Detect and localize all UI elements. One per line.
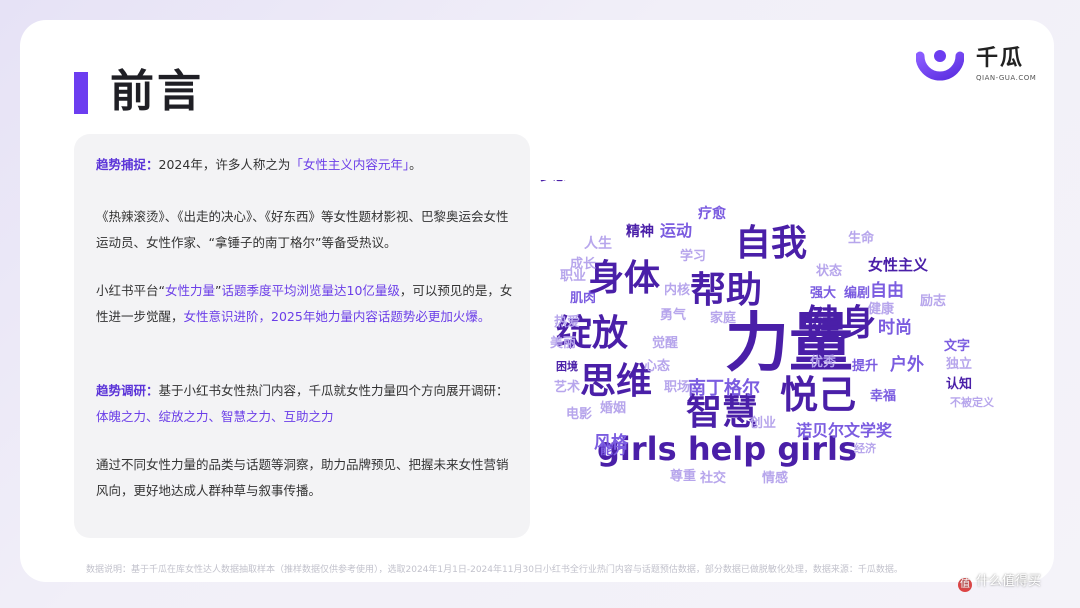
word-cloud-term: 职业 (560, 268, 586, 284)
word-cloud-term: 艺术 (554, 379, 580, 395)
word-cloud-term: 运动 (660, 221, 692, 240)
platform-highlight-topic: 女性力量 (164, 283, 215, 298)
watermark: 值什么值得买 (958, 570, 1041, 592)
word-cloud-term: 户外 (890, 354, 924, 375)
trend-research-paragraph: 趋势调研：基于小红书女性热门内容，千瓜就女性力量四个方向展开调研： 体魄之力、绽放… (96, 378, 516, 430)
word-cloud-term: 时尚 (878, 317, 912, 338)
word-cloud-term: 心态 (644, 358, 670, 374)
word-cloud-term: 南丁格尔 (688, 377, 760, 399)
word-cloud-term: 疗愈 (698, 205, 727, 222)
word-cloud-term: 人生 (584, 235, 612, 252)
brand-logo: 千瓜 QIAN-GUA.COM (916, 46, 1048, 90)
word-cloud-term: 梦想 (540, 180, 566, 184)
word-cloud-term: 社交 (699, 470, 726, 486)
watermark-text: 什么值得买 (976, 574, 1042, 589)
platform-text-a: 小红书平台“ (96, 283, 165, 298)
word-cloud-term: 学习 (680, 248, 706, 264)
data-note-footer: 数据说明：基于千瓜在库女性达人数据抽取样本（推样数据仅供参考使用），选取2024… (86, 565, 903, 575)
word-cloud-term: 尊重 (670, 468, 696, 484)
trend-research-label: 趋势调研： (96, 383, 159, 398)
word-cloud-term: 肌肉 (570, 290, 596, 306)
trend-capture-label: 趋势捕捉： (96, 157, 159, 172)
word-cloud-term: 身体 (588, 258, 660, 299)
platform-highlight-forecast: 女性意识进阶，2025年她力量内容话题势必更加火爆。 (183, 309, 491, 324)
word-cloud-term: 美丽 (550, 335, 576, 351)
trend-research-text: 基于小红书女性热门内容，千瓜就女性力量四个方向展开调研： (158, 383, 509, 398)
word-cloud-term: 帮助 (690, 270, 762, 311)
page-title: 前言 (110, 66, 204, 117)
trend-capture-paragraph: 趋势捕捉：2024年，许多人称之为「女性主义内容元年」。 (96, 152, 516, 178)
hot-topics-paragraph: 《热辣滚烫》、《出走的决心》、《好东西》等女性题材影视、巴黎奥运会女性运动员、女… (96, 209, 509, 250)
logo-domain: QIAN-GUA.COM (976, 74, 1037, 82)
word-cloud-term: 自由 (870, 280, 904, 301)
title-accent-bar (74, 72, 88, 114)
word-cloud-term: 创业 (749, 415, 776, 431)
word-cloud-term: 觉醒 (652, 335, 678, 351)
trend-capture-text: 2024年，许多人称之为 (158, 157, 291, 172)
word-cloud-term: 勇气 (660, 307, 686, 323)
word-cloud-term: 女性主义 (868, 256, 928, 274)
word-cloud-term: 幸福 (870, 388, 896, 404)
word-cloud-term: 思维 (580, 361, 652, 402)
word-cloud-term: 内核 (664, 282, 690, 298)
word-cloud-term: 情感 (762, 470, 788, 486)
word-cloud-term: 经济 (854, 441, 877, 455)
word-cloud-term: 生命 (848, 230, 875, 246)
word-cloud-term: 不被定义 (950, 395, 995, 409)
word-cloud-term: 提升 (852, 358, 878, 374)
word-cloud-term: 家庭 (710, 310, 737, 326)
trend-capture-highlight: 「女性主义内容元年」 (290, 157, 410, 172)
word-cloud-term: 励志 (920, 293, 946, 309)
word-cloud-term: 强大 (810, 285, 836, 301)
word-cloud-term: 状态 (816, 263, 842, 279)
word-cloud: 力量girls help girls自我身体 帮助绽放 健身思维 悦己智慧女性主义南丁… (540, 180, 995, 486)
platform-paragraph: 小红书平台“女性力量”话题季度平均浏览量达10亿量级，可以预见的是，女性进一步觉… (96, 278, 516, 330)
word-cloud-term: 编剧 (844, 285, 870, 301)
word-cloud-term: 独立 (946, 356, 972, 372)
intro-text-panel: 趋势捕捉：2024年，许多人称之为「女性主义内容元年」。 《热辣滚烫》、《出走的… (74, 134, 530, 538)
trend-capture-end: 。 (409, 157, 422, 172)
qiangua-logo-icon (916, 50, 964, 81)
logo-name: 千瓜 (976, 46, 1025, 71)
word-cloud-term: 自我 (735, 223, 807, 264)
word-cloud-term: 电影 (566, 406, 592, 422)
word-cloud-term: 精神 (626, 223, 654, 240)
word-cloud-term: 能力 (600, 442, 626, 458)
platform-highlight-views: 话题季度平均浏览量达10亿量级 (221, 283, 400, 298)
word-cloud-term: 困境 (556, 359, 578, 373)
word-cloud-term: 优秀 (810, 354, 837, 370)
word-cloud-term: 婚姻 (600, 400, 626, 416)
word-cloud-term: 悦己 (780, 373, 856, 417)
word-cloud-term: 认知 (946, 376, 972, 392)
word-cloud-term: 健身 (804, 303, 876, 344)
word-cloud-term: 诺贝尔文学奖 (796, 421, 893, 440)
word-cloud-term: 热爱 (554, 314, 580, 330)
watermark-icon: 值 (958, 578, 972, 592)
word-cloud-term: 职场 (664, 380, 690, 395)
conclusion-paragraph: 通过不同女性力量的品类与话题等洞察，助力品牌预见、把握未来女性营销风向，更好地达… (96, 457, 509, 498)
trend-research-highlight: 体魄之力、绽放之力、智慧之力、互助之力 (96, 409, 334, 424)
word-cloud-term: 健康 (868, 301, 895, 317)
word-cloud-term: 文字 (944, 338, 970, 354)
